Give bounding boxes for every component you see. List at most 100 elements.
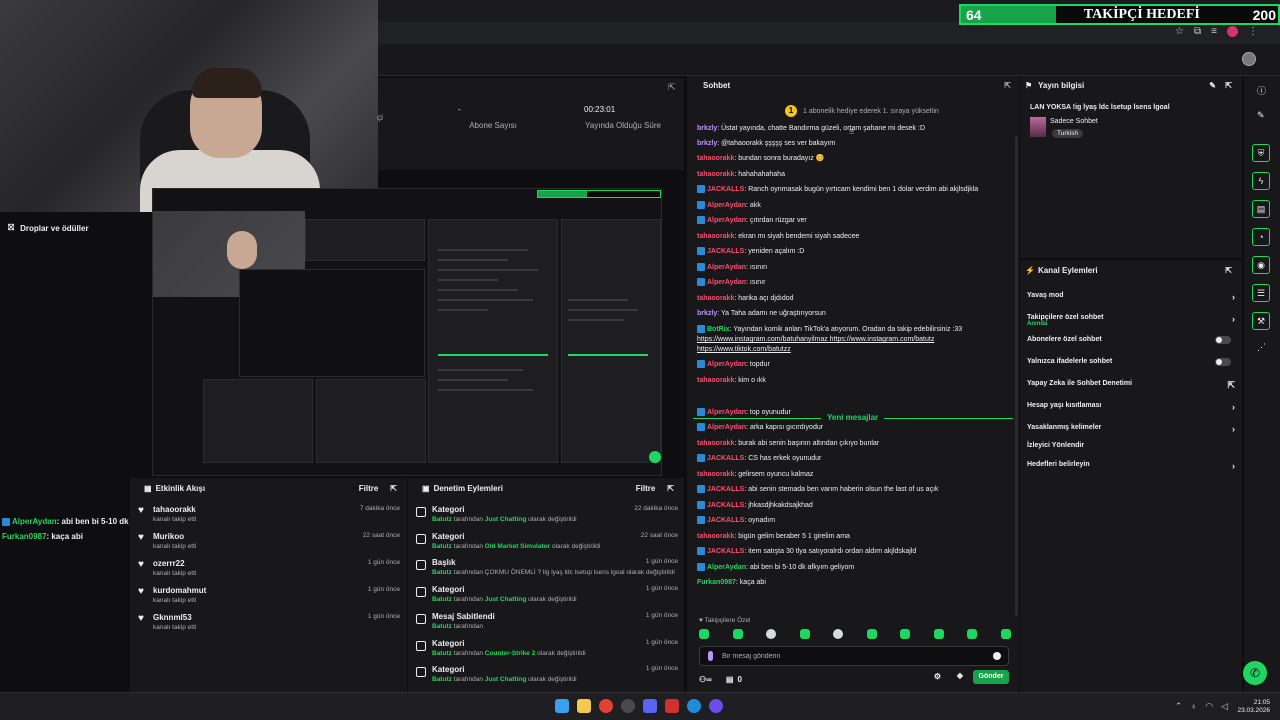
- chat-username[interactable]: JACKALLS: [707, 455, 744, 462]
- category-name[interactable]: Sadece Sohbet: [1050, 118, 1098, 125]
- chat-username[interactable]: AlperAydan: [707, 264, 746, 271]
- list-tool-icon[interactable]: ☰: [1252, 284, 1270, 302]
- clipboard-tool-icon[interactable]: ▤: [1252, 200, 1270, 218]
- menu-lines-icon[interactable]: ≡: [1211, 26, 1217, 37]
- channel-action-2[interactable]: Abonelere özel sohbet: [1027, 336, 1235, 344]
- chat-username[interactable]: brkzly: [697, 140, 717, 147]
- chat-username[interactable]: AlperAydan: [707, 564, 746, 571]
- emote-icon[interactable]: [933, 629, 944, 639]
- popout-icon[interactable]: ⇱: [1225, 263, 1232, 279]
- chevron-up-icon[interactable]: ⌃: [1175, 701, 1183, 712]
- channel-action-1[interactable]: Takipçilere özel sohbet Anında ›: [1027, 314, 1235, 327]
- chat-username[interactable]: tahaoorakk: [697, 533, 734, 540]
- windows-start-icon[interactable]: [555, 699, 569, 713]
- feed-username[interactable]: kurdomahmut: [153, 586, 206, 595]
- chat-username[interactable]: brkzly: [697, 125, 717, 132]
- popout-icon[interactable]: ⇱: [668, 82, 676, 93]
- chat-scrollbar[interactable]: [1015, 136, 1018, 616]
- broadcast-tool-icon[interactable]: ◉: [1252, 256, 1270, 274]
- chat-username[interactable]: JACKALLS: [707, 486, 744, 493]
- chat-tool-icon[interactable]: ◔: [1252, 228, 1270, 246]
- emote-icon[interactable]: [967, 629, 978, 639]
- emote-icon[interactable]: [1000, 629, 1011, 639]
- popout-icon[interactable]: ⇱: [667, 484, 674, 493]
- feed-item[interactable]: ♥ tahaoorakk kanalı takip etti 7 dakika önc…: [138, 504, 400, 530]
- feed-item[interactable]: ♥ kurdomahmut kanalı takip etti 1 gün önce: [138, 585, 400, 611]
- stream-preview[interactable]: [152, 188, 662, 476]
- app-icon[interactable]: [709, 699, 723, 713]
- chat-username[interactable]: tahaoorakk: [697, 171, 734, 178]
- volume-icon[interactable]: ◁: [1221, 701, 1228, 712]
- star-icon[interactable]: ☆: [1175, 26, 1184, 37]
- network-icon[interactable]: ◠: [1205, 701, 1213, 712]
- chat-input-box[interactable]: [699, 646, 1009, 666]
- channel-action-5[interactable]: Hesap yaşı kısıtlaması ›: [1027, 402, 1235, 412]
- chrome-icon[interactable]: [599, 699, 613, 713]
- channel-action-0[interactable]: Yavaş mod ›: [1027, 292, 1235, 302]
- feed-item[interactable]: ♥ Gknnml53 kanalı takip etti 1 gün önce: [138, 612, 400, 638]
- app-icon[interactable]: [665, 699, 679, 713]
- moderator-name[interactable]: Batutz: [432, 516, 452, 523]
- moderator-name[interactable]: Batutz: [432, 623, 452, 630]
- emote-icon[interactable]: [799, 629, 810, 639]
- hype-banner[interactable]: 1 1 abonelik hediye ederek 1. sıraya yük…: [785, 105, 939, 117]
- chat-link[interactable]: https://www.instagram.com/batuhanyilmaz …: [697, 336, 934, 343]
- more-icon[interactable]: ⋮: [1248, 26, 1258, 37]
- channel-action-8[interactable]: Hedefleri belirleyin ›: [1027, 461, 1235, 471]
- discord-icon[interactable]: [643, 699, 657, 713]
- popout-icon[interactable]: ⇱: [1004, 78, 1011, 94]
- chat-username[interactable]: tahaoorakk: [697, 440, 734, 447]
- moderation-item[interactable]: Kategori Batutz tarafından Just Chatting …: [416, 504, 678, 530]
- mic-icon[interactable]: [708, 651, 713, 661]
- edit-icon[interactable]: ✎: [1209, 78, 1216, 94]
- send-button[interactable]: Gönder: [973, 670, 1009, 684]
- chat-username[interactable]: AlperAydan: [707, 202, 746, 209]
- emote-icon[interactable]: [766, 629, 777, 639]
- chat-username[interactable]: AlperAydan: [707, 217, 746, 224]
- bolt-tool-icon[interactable]: ϟ: [1252, 172, 1270, 190]
- chat-username[interactable]: AlperAydan: [707, 361, 746, 368]
- chat-username[interactable]: JACKALLS: [707, 502, 744, 509]
- toggle-switch[interactable]: [1215, 336, 1231, 344]
- edge-icon[interactable]: [687, 699, 701, 713]
- popout-icon[interactable]: ⇱: [1225, 78, 1232, 94]
- share-icon[interactable]: ⋰: [1257, 342, 1266, 353]
- channel-action-3[interactable]: Yalnızca ifadelerle sohbet: [1027, 358, 1235, 366]
- moderation-item[interactable]: Kategori Batutz tarafından Just Chatting …: [416, 664, 678, 690]
- chat-username[interactable]: BotRix: [707, 326, 730, 333]
- emote-icon[interactable]: [866, 629, 877, 639]
- clock[interactable]: 21:05 23.03.2026: [1237, 699, 1270, 715]
- chat-username[interactable]: JACKALLS: [707, 248, 744, 255]
- feed-username[interactable]: ozerrr22: [153, 559, 185, 568]
- channel-action-4[interactable]: Yapay Zeka ile Sohbet Denetimi ⇱: [1027, 380, 1235, 390]
- chat-username[interactable]: JACKALLS: [707, 548, 744, 555]
- moderator-name[interactable]: Batutz: [432, 569, 452, 576]
- chat-username[interactable]: tahaoorakk: [697, 295, 734, 302]
- channel-action-7[interactable]: İzleyici Yönlendir: [1027, 442, 1235, 449]
- emote-icon[interactable]: [732, 629, 743, 639]
- moderator-name[interactable]: Batutz: [432, 596, 452, 603]
- drops-rewards-link[interactable]: ⛝ Droplar ve ödüller: [8, 223, 89, 233]
- pencil-icon[interactable]: ✎: [1257, 110, 1265, 121]
- chat-username[interactable]: tahaoorakk: [697, 233, 734, 240]
- moderator-name[interactable]: Batutz: [432, 543, 452, 550]
- chat-username[interactable]: tahaoorakk: [697, 155, 734, 162]
- gift-box-icon[interactable]: ▤: [726, 675, 734, 684]
- filter-button[interactable]: Filtre: [359, 484, 379, 493]
- file-explorer-icon[interactable]: [577, 699, 591, 713]
- channel-action-6[interactable]: Yasaklanmış kelimeler ›: [1027, 424, 1235, 434]
- feed-username[interactable]: Gknnml53: [153, 613, 192, 622]
- chat-username[interactable]: AlperAydan: [707, 424, 746, 431]
- chat-bubble-fab-icon[interactable]: ✆: [1243, 661, 1267, 685]
- chat-username[interactable]: Furkan0987: [697, 579, 736, 586]
- emote-icon[interactable]: [900, 629, 911, 639]
- chat-username[interactable]: JACKALLS: [707, 517, 744, 524]
- chat-username[interactable]: tahaoorakk: [697, 377, 734, 384]
- feed-item[interactable]: ♥ ozerrr22 kanalı takip etti 1 gün önce: [138, 558, 400, 584]
- people-icon[interactable]: ⚇∞: [699, 675, 712, 684]
- chat-link[interactable]: https://www.tiktok.com/batutzz: [697, 346, 791, 353]
- feed-item[interactable]: ♥ Murikoo kanalı takip etti 22 saat önce: [138, 531, 400, 557]
- moderation-item[interactable]: Mesaj Sabitlendi Batutz tarafından 1 gün …: [416, 611, 678, 637]
- settings-app-icon[interactable]: [621, 699, 635, 713]
- wrench-tool-icon[interactable]: ⚒: [1252, 312, 1270, 330]
